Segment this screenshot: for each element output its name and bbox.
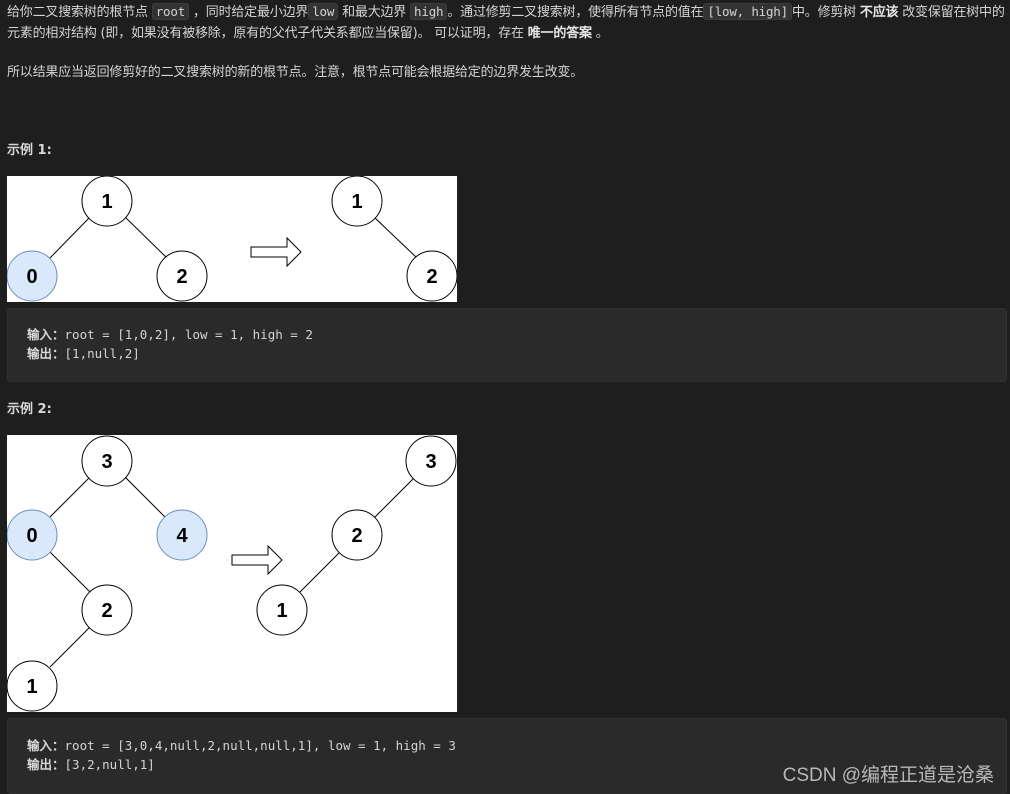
output-label: 输出： xyxy=(27,346,65,361)
node-label: 3 xyxy=(101,451,112,473)
problem-note: 所以结果应当返回修剪好的二叉搜索树的新的根节点。注意，根节点可能会根据给定的边界… xyxy=(7,65,584,80)
output-label: 输出： xyxy=(27,757,65,772)
example-2-figure: 3 0 4 2 1 3 2 1 xyxy=(7,435,457,712)
node-label: 0 xyxy=(26,525,37,547)
input-line: 输入：root = [3,0,4,null,2,null,null,1], lo… xyxy=(27,736,1006,755)
node-label: 1 xyxy=(351,191,362,213)
code-low: low xyxy=(308,3,339,20)
example-1-figure: 1 0 2 1 2 xyxy=(7,176,457,302)
input-value: root = [3,0,4,null,2,null,null,1], low =… xyxy=(64,738,456,753)
input-label: 输入： xyxy=(27,327,65,342)
input-label: 输入： xyxy=(27,738,65,753)
right-arrow-icon xyxy=(250,236,302,268)
node-label: 0 xyxy=(26,266,37,288)
node-label: 3 xyxy=(425,451,436,473)
problem-description: 给你二叉搜索树的根节点 root ，同时给定最小边界 low 和最大边界 high… xyxy=(7,1,1010,44)
code-range: [low, high] xyxy=(703,3,792,20)
text: ，同时给定最小边界 xyxy=(189,5,309,20)
text: 给你二叉搜索树的根节点 xyxy=(7,5,152,20)
node-label: 1 xyxy=(101,191,112,213)
node-label: 2 xyxy=(176,266,187,288)
output-line: 输出：[1,null,2] xyxy=(27,344,1006,363)
csdn-watermark: CSDN @编程正道是沧桑 xyxy=(782,765,994,786)
example-1-heading: 示例 1: xyxy=(7,143,52,158)
example-1-code: 输入：root = [1,0,2], low = 1, high = 2 输出：… xyxy=(7,308,1007,382)
output-value: [3,2,null,1] xyxy=(64,757,155,772)
right-arrow-icon xyxy=(231,544,283,576)
node-label: 2 xyxy=(351,525,362,547)
input-line: 输入：root = [1,0,2], low = 1, high = 2 xyxy=(27,325,1006,344)
node-label: 2 xyxy=(426,266,437,288)
text: 。通过修剪二叉搜索树，使得所有节点的值在 xyxy=(447,5,704,20)
output-value: [1,null,2] xyxy=(64,346,140,361)
node-label: 1 xyxy=(276,600,287,622)
node-label: 4 xyxy=(176,525,188,547)
node-label: 2 xyxy=(101,600,112,622)
node-label: 1 xyxy=(26,676,37,698)
text: 。 xyxy=(591,26,609,41)
tree-after: 3 2 1 xyxy=(256,435,457,636)
bold-shouldnt: 不应该 xyxy=(859,5,899,20)
tree-before: 1 0 2 xyxy=(7,176,208,302)
tree-before: 3 0 4 2 1 xyxy=(7,435,208,712)
code-high: high xyxy=(410,3,448,20)
text: 中。修剪树 xyxy=(791,5,860,20)
input-value: root = [1,0,2], low = 1, high = 2 xyxy=(64,327,313,342)
code-root: root xyxy=(151,3,190,20)
bold-unique-answer: 唯一的答案 xyxy=(527,26,592,41)
text: 和最大边界 xyxy=(338,5,411,20)
example-2-heading: 示例 2: xyxy=(7,402,52,417)
tree-after: 1 2 xyxy=(331,176,457,302)
